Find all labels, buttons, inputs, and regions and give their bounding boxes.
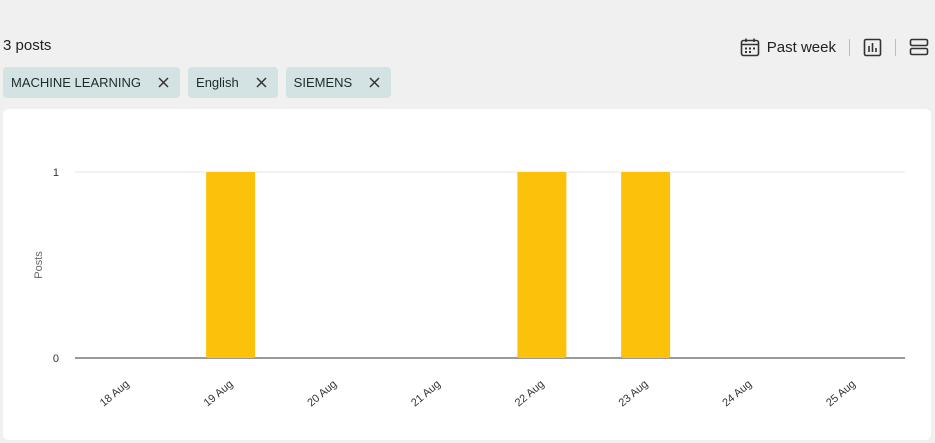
bar <box>206 172 256 358</box>
y-tick-label: 0 <box>53 353 59 365</box>
bar-chart-icon <box>863 38 882 57</box>
filter-chip: SIEMENS <box>285 67 392 98</box>
posts-bar-chart: 0 1 Posts 18 Aug 19 Aug 20 Aug 21 Aug 22 Aug 23 … <box>33 167 905 409</box>
x-tick-label: 18 Aug <box>98 378 132 409</box>
x-tick-label: 22 Aug <box>513 378 547 409</box>
bar <box>517 172 567 358</box>
chart-view-button[interactable] <box>863 38 882 57</box>
divider <box>849 38 850 56</box>
divider <box>895 38 896 56</box>
y-tick-label: 1 <box>53 167 59 179</box>
filter-chip: English <box>188 67 278 98</box>
x-tick-label: 21 Aug <box>409 378 443 409</box>
post-count: 3 posts <box>3 37 52 54</box>
filter-chip-label: English <box>196 75 239 90</box>
x-tick-label: 19 Aug <box>202 378 236 409</box>
toolbar: Past week <box>740 36 929 58</box>
x-tick-label: 23 Aug <box>617 378 651 409</box>
x-tick-label: 24 Aug <box>720 378 754 409</box>
list-view-button[interactable] <box>909 38 929 56</box>
filter-chip-label: SIEMENS <box>293 75 353 90</box>
x-tick-label: 25 Aug <box>824 378 858 409</box>
calendar-icon <box>740 37 760 57</box>
close-icon[interactable] <box>368 76 381 89</box>
bar <box>621 172 671 358</box>
period-selector[interactable]: Past week <box>740 37 836 57</box>
filter-chip-label: MACHINE LEARNING <box>11 75 142 90</box>
filter-chips: MACHINE LEARNING English SIEMENS <box>3 67 392 98</box>
x-tick-label: 20 Aug <box>305 378 339 409</box>
list-view-icon <box>909 38 929 56</box>
y-axis-title: Posts <box>33 251 45 279</box>
chart-card: 0 1 Posts 18 Aug 19 Aug 20 Aug 21 Aug 22 Aug 23 … <box>3 109 931 440</box>
filter-chip: MACHINE LEARNING <box>3 67 181 98</box>
close-icon[interactable] <box>255 76 268 89</box>
period-label: Past week <box>766 38 836 56</box>
close-icon[interactable] <box>157 76 170 89</box>
